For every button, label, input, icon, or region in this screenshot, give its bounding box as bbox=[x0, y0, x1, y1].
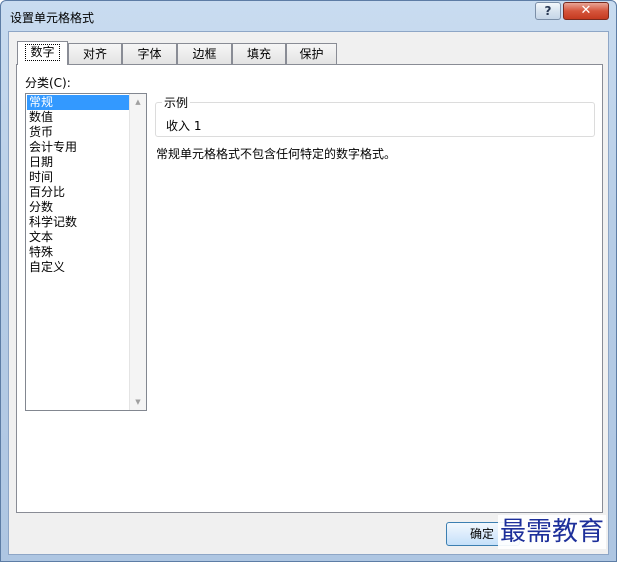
tab-protection[interactable]: 保护 bbox=[286, 43, 337, 64]
title-bar[interactable]: 设置单元格格式 ? ✕ bbox=[1, 1, 616, 31]
category-item-general[interactable]: 常规 bbox=[27, 95, 130, 110]
close-button[interactable]: ✕ bbox=[563, 2, 609, 20]
category-item-scientific[interactable]: 科学记数 bbox=[27, 215, 130, 230]
sample-groupbox: 示例 收入 1 bbox=[155, 94, 595, 137]
tab-font[interactable]: 字体 bbox=[122, 43, 177, 64]
category-item-fraction[interactable]: 分数 bbox=[27, 200, 130, 215]
sample-legend: 示例 bbox=[162, 94, 191, 111]
format-cells-dialog: 设置单元格格式 ? ✕ 数字 对齐 字体 边框 填充 保护 分类(C): 常规 … bbox=[0, 0, 617, 562]
category-item-time[interactable]: 时间 bbox=[27, 170, 130, 185]
tab-fill[interactable]: 填充 bbox=[232, 43, 286, 64]
category-item-text[interactable]: 文本 bbox=[27, 230, 130, 245]
tab-alignment[interactable]: 对齐 bbox=[68, 43, 122, 64]
category-item-date[interactable]: 日期 bbox=[27, 155, 130, 170]
tab-number[interactable]: 数字 bbox=[17, 41, 68, 65]
category-listbox[interactable]: 常规 数值 货币 会计专用 日期 时间 百分比 分数 科学记数 文本 特殊 自定… bbox=[25, 93, 147, 411]
dialog-body: 数字 对齐 字体 边框 填充 保护 分类(C): 常规 数值 货币 会计专用 日… bbox=[8, 31, 609, 555]
category-item-special[interactable]: 特殊 bbox=[27, 245, 130, 260]
category-item-percentage[interactable]: 百分比 bbox=[27, 185, 130, 200]
category-list: 常规 数值 货币 会计专用 日期 时间 百分比 分数 科学记数 文本 特殊 自定… bbox=[27, 95, 130, 275]
help-button[interactable]: ? bbox=[535, 2, 561, 20]
category-item-currency[interactable]: 货币 bbox=[27, 125, 130, 140]
category-scrollbar[interactable]: ▲ ▼ bbox=[129, 94, 146, 410]
category-item-custom[interactable]: 自定义 bbox=[27, 260, 130, 275]
category-item-number[interactable]: 数值 bbox=[27, 110, 130, 125]
sample-value: 收入 1 bbox=[166, 119, 202, 133]
scroll-down-arrow-icon[interactable]: ▼ bbox=[130, 394, 146, 410]
tab-number-label: 数字 bbox=[25, 44, 60, 61]
format-description: 常规单元格格式不包含任何特定的数字格式。 bbox=[156, 147, 397, 161]
dialog-title: 设置单元格格式 bbox=[10, 11, 95, 25]
category-label: 分类(C): bbox=[25, 76, 71, 90]
scroll-up-arrow-icon[interactable]: ▲ bbox=[130, 94, 146, 110]
number-tab-panel: 分类(C): 常规 数值 货币 会计专用 日期 时间 百分比 分数 科学记数 文… bbox=[16, 64, 603, 513]
category-item-accounting[interactable]: 会计专用 bbox=[27, 140, 130, 155]
tab-border[interactable]: 边框 bbox=[177, 43, 232, 64]
watermark-logo: 最需教育 bbox=[498, 515, 607, 549]
